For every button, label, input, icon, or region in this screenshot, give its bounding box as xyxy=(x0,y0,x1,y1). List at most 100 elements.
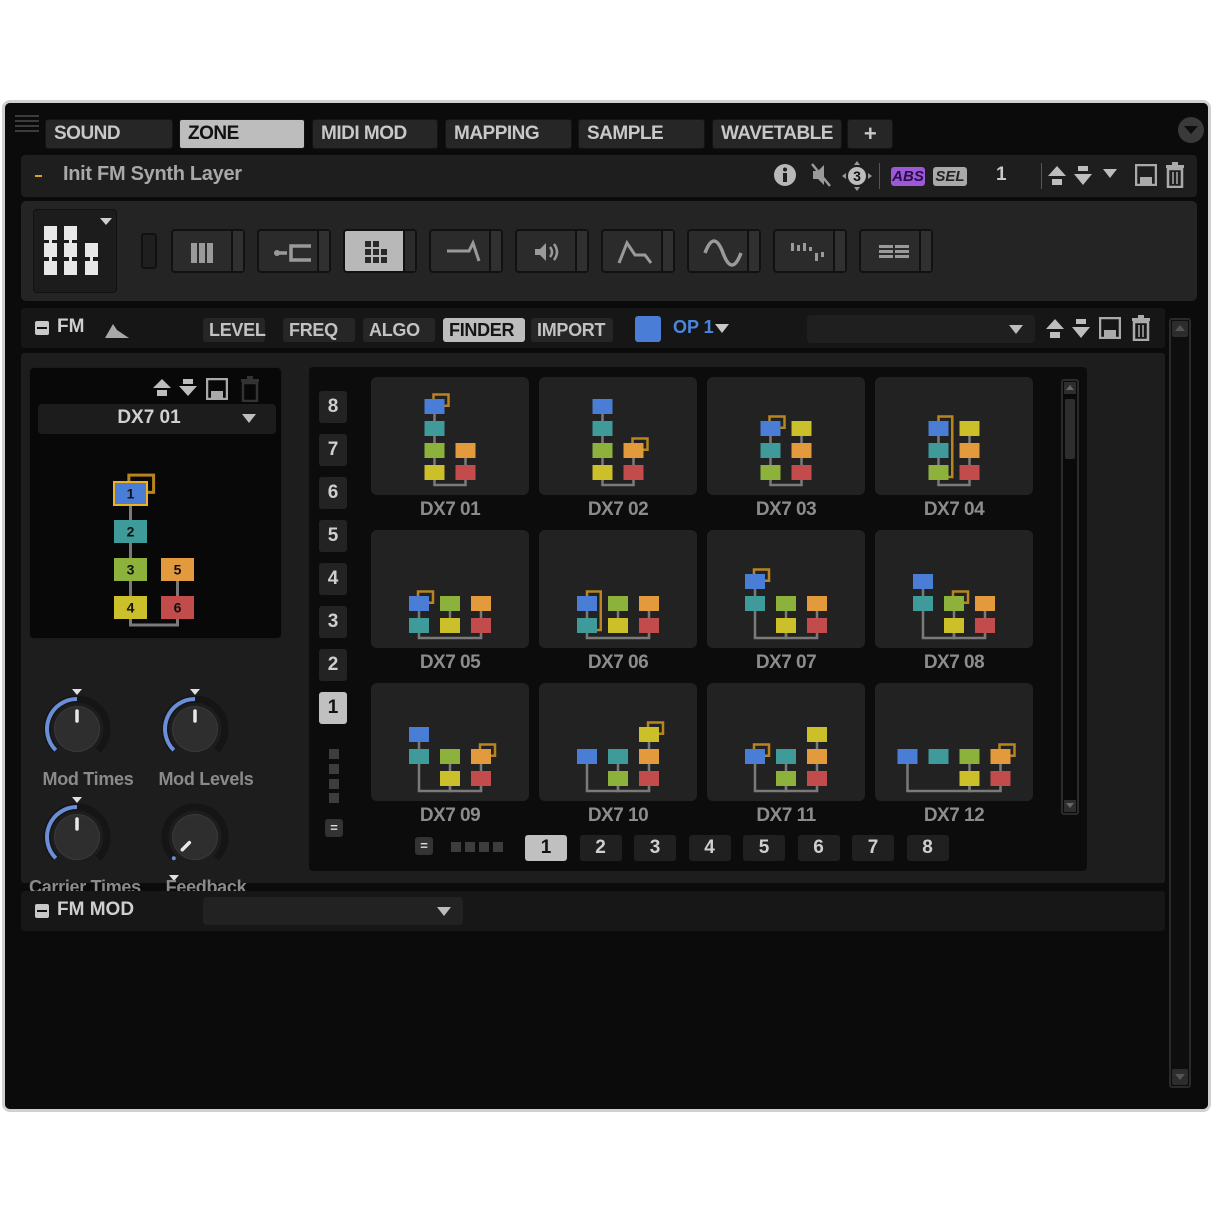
tab-wavetable[interactable]: WAVETABLE xyxy=(712,119,842,149)
module-button-keyboard[interactable] xyxy=(171,229,245,273)
algorithm-card[interactable] xyxy=(875,377,1033,495)
knob-mod-times[interactable] xyxy=(43,695,111,771)
subtab-freq[interactable]: FREQ xyxy=(283,318,355,342)
subtab-finder[interactable]: FINDER xyxy=(443,318,525,342)
module-button-pitch[interactable] xyxy=(257,229,331,273)
bank-button-7[interactable]: 7 xyxy=(319,434,347,466)
page-button-7[interactable]: 7 xyxy=(852,835,894,861)
tab-mapping[interactable]: MAPPING xyxy=(445,119,572,149)
page-button-1[interactable]: 1 xyxy=(525,835,567,861)
fm-mod-dropdown[interactable] xyxy=(203,897,463,925)
algorithm-card[interactable] xyxy=(371,377,529,495)
save-icon[interactable] xyxy=(1099,317,1121,339)
algorithm-card[interactable] xyxy=(539,683,697,801)
tab-midi-mod[interactable]: MIDI MOD xyxy=(312,119,438,149)
collapse-fm-mod-icon[interactable] xyxy=(35,904,49,918)
knob-mod-levels[interactable] xyxy=(161,695,229,771)
algorithm-card[interactable] xyxy=(875,530,1033,648)
collapse-button[interactable] xyxy=(1178,117,1204,143)
sel-toggle[interactable]: SEL xyxy=(933,167,967,186)
scroll-up-button[interactable] xyxy=(1064,382,1076,394)
page-menu-button[interactable]: = xyxy=(415,837,433,855)
trash-icon[interactable] xyxy=(1131,315,1151,341)
module-toggle[interactable] xyxy=(403,231,415,271)
algorithm-card[interactable] xyxy=(707,530,865,648)
mute-icon[interactable] xyxy=(809,162,833,188)
scroll-down-button[interactable] xyxy=(1172,1069,1188,1085)
bank-button-8[interactable]: 8 xyxy=(319,391,347,423)
page-button-8[interactable]: 8 xyxy=(906,835,949,861)
preset-next-icon[interactable] xyxy=(1071,318,1091,340)
module-button-step-mod[interactable] xyxy=(773,229,847,273)
save-icon[interactable] xyxy=(206,378,228,400)
tab-sample[interactable]: SAMPLE xyxy=(578,119,705,149)
module-toggle[interactable] xyxy=(661,231,673,271)
tab-sound[interactable]: SOUND xyxy=(45,119,173,149)
fm-preset-dropdown[interactable] xyxy=(807,315,1035,343)
dropdown-icon[interactable] xyxy=(1103,169,1117,178)
info-icon[interactable] xyxy=(773,163,797,187)
module-button-envelope[interactable] xyxy=(601,229,675,273)
knob-carrier-times[interactable] xyxy=(43,803,111,879)
page-button-3[interactable]: 3 xyxy=(634,835,676,861)
page-button-5[interactable]: 5 xyxy=(743,835,785,861)
bank-button-4[interactable]: 4 xyxy=(319,563,347,595)
bank-button-1[interactable]: 1 xyxy=(319,692,347,724)
bank-menu-button[interactable]: = xyxy=(325,819,343,837)
knob-feedback[interactable] xyxy=(161,803,229,879)
abs-toggle[interactable]: ABS xyxy=(891,167,925,186)
scroll-down-button[interactable] xyxy=(1064,800,1076,812)
save-icon[interactable] xyxy=(1135,164,1157,186)
algorithm-dropdown[interactable]: DX7 01 xyxy=(38,404,276,434)
algorithm-card[interactable] xyxy=(539,377,697,495)
module-toggle[interactable] xyxy=(575,231,587,271)
module-toggle[interactable] xyxy=(489,231,501,271)
module-button-mod-matrix[interactable] xyxy=(859,229,933,273)
envelope-shape-icon[interactable] xyxy=(103,318,131,340)
module-button-filter[interactable] xyxy=(429,229,503,273)
algorithm-card[interactable] xyxy=(707,377,865,495)
algorithm-card[interactable] xyxy=(875,683,1033,801)
module-toggle[interactable] xyxy=(919,231,931,271)
fm-synth-logo-button[interactable] xyxy=(33,209,117,293)
bank-button-2[interactable]: 2 xyxy=(319,649,347,681)
algorithm-card[interactable] xyxy=(371,530,529,648)
module-toggle[interactable] xyxy=(747,231,759,271)
arrow-down-icon[interactable] xyxy=(1073,165,1093,187)
module-toggle[interactable] xyxy=(231,231,243,271)
voice-selector-icon[interactable]: 3 xyxy=(841,160,873,192)
algo-next-icon[interactable] xyxy=(178,378,198,398)
bank-button-3[interactable]: 3 xyxy=(319,606,347,638)
add-tab-button[interactable]: + xyxy=(847,119,893,149)
subtab-import[interactable]: IMPORT xyxy=(531,318,613,342)
module-toggle[interactable] xyxy=(833,231,845,271)
trash-icon[interactable] xyxy=(1165,162,1185,188)
algo-prev-icon[interactable] xyxy=(152,378,172,398)
algorithm-card[interactable] xyxy=(707,683,865,801)
module-button-lfo[interactable] xyxy=(687,229,761,273)
collapse-fm-icon[interactable] xyxy=(35,321,49,335)
algorithm-card[interactable] xyxy=(371,683,529,801)
module-button-amp[interactable] xyxy=(515,229,589,273)
scroll-up-button[interactable] xyxy=(1172,321,1188,337)
module-toggle[interactable] xyxy=(317,231,329,271)
layer-name[interactable]: Init FM Synth Layer xyxy=(63,163,242,186)
tab-zone[interactable]: ZONE xyxy=(179,119,305,149)
preset-prev-icon[interactable] xyxy=(1045,318,1065,340)
page-button-2[interactable]: 2 xyxy=(579,835,622,861)
menu-icon[interactable] xyxy=(15,115,39,135)
module-slot-toggle[interactable] xyxy=(141,233,157,269)
bank-button-6[interactable]: 6 xyxy=(319,477,347,509)
page-button-6[interactable]: 6 xyxy=(797,835,840,861)
finder-scrollbar[interactable] xyxy=(1061,379,1079,815)
algorithm-card[interactable] xyxy=(539,530,697,648)
subtab-level[interactable]: LEVEL xyxy=(203,318,266,342)
operator-selector[interactable]: OP 1 xyxy=(673,317,714,338)
main-scrollbar[interactable] xyxy=(1169,318,1191,1088)
scroll-thumb[interactable] xyxy=(1065,399,1075,459)
subtab-algo[interactable]: ALGO xyxy=(363,318,435,342)
page-button-4[interactable]: 4 xyxy=(688,835,731,861)
operator-dropdown-icon[interactable] xyxy=(715,324,729,333)
module-button-fm-oscillator[interactable] xyxy=(343,229,417,273)
chevron-down-icon[interactable] xyxy=(242,414,256,423)
